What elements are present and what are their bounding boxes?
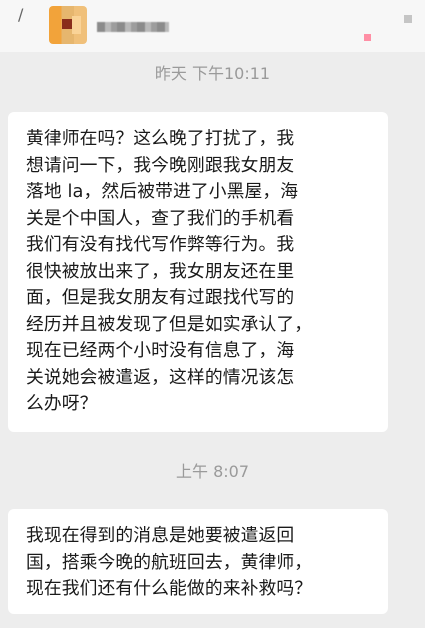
message-line: 我现在得到的消息是她要被遣返回 [26, 525, 295, 546]
contact-name [97, 22, 169, 32]
message-line: 么办呀？ [26, 393, 98, 414]
message-line: 很快被放出来了，我女朋友还在里 [26, 260, 295, 282]
message-line: 想请问一下，我今晚刚跟我女朋友 [26, 154, 295, 176]
message-line: 关是个中国人，查了我们的手机看 [26, 207, 295, 229]
back-icon[interactable]: / [18, 7, 32, 23]
message-line: 黄律师在吗？这么晚了打扰了，我 [26, 128, 295, 149]
message-line: 经历并且被发现了但是如实承认了， [26, 313, 313, 335]
message-line: 落地 la，然后被带进了小黑屋，海 [26, 181, 299, 202]
chat-header: / [0, 0, 425, 52]
message-line: 现在已经两个小时没有信息了，海 [26, 340, 295, 361]
message-line: 关说她会被遣返，这样的情况该怎 [26, 366, 295, 388]
more-icon[interactable] [404, 15, 412, 23]
message-line: 现在我们还有什么能做的来补救吗？ [26, 578, 313, 599]
message-line: 国，搭乘今晚的航班回去，黄律师， [26, 551, 313, 573]
avatar[interactable] [49, 6, 87, 44]
message-line: 我们有没有找代写作弊等行为。我 [26, 234, 295, 255]
message-bubble[interactable]: 我现在得到的消息是她要被遣返回 国，搭乘今晚的航班回去，黄律师， 现在我们还有什… [8, 509, 388, 614]
message-bubble[interactable]: 黄律师在吗？这么晚了打扰了，我 想请问一下，我今晚刚跟我女朋友 落地 la，然后… [8, 112, 388, 432]
status-dot [364, 34, 371, 41]
message-line: 面，但是我女朋友有过跟找代写的 [26, 287, 295, 308]
timestamp-yesterday: 昨天 下午10:11 [154, 64, 271, 83]
timestamp-morning: 上午 8:07 [175, 462, 250, 481]
